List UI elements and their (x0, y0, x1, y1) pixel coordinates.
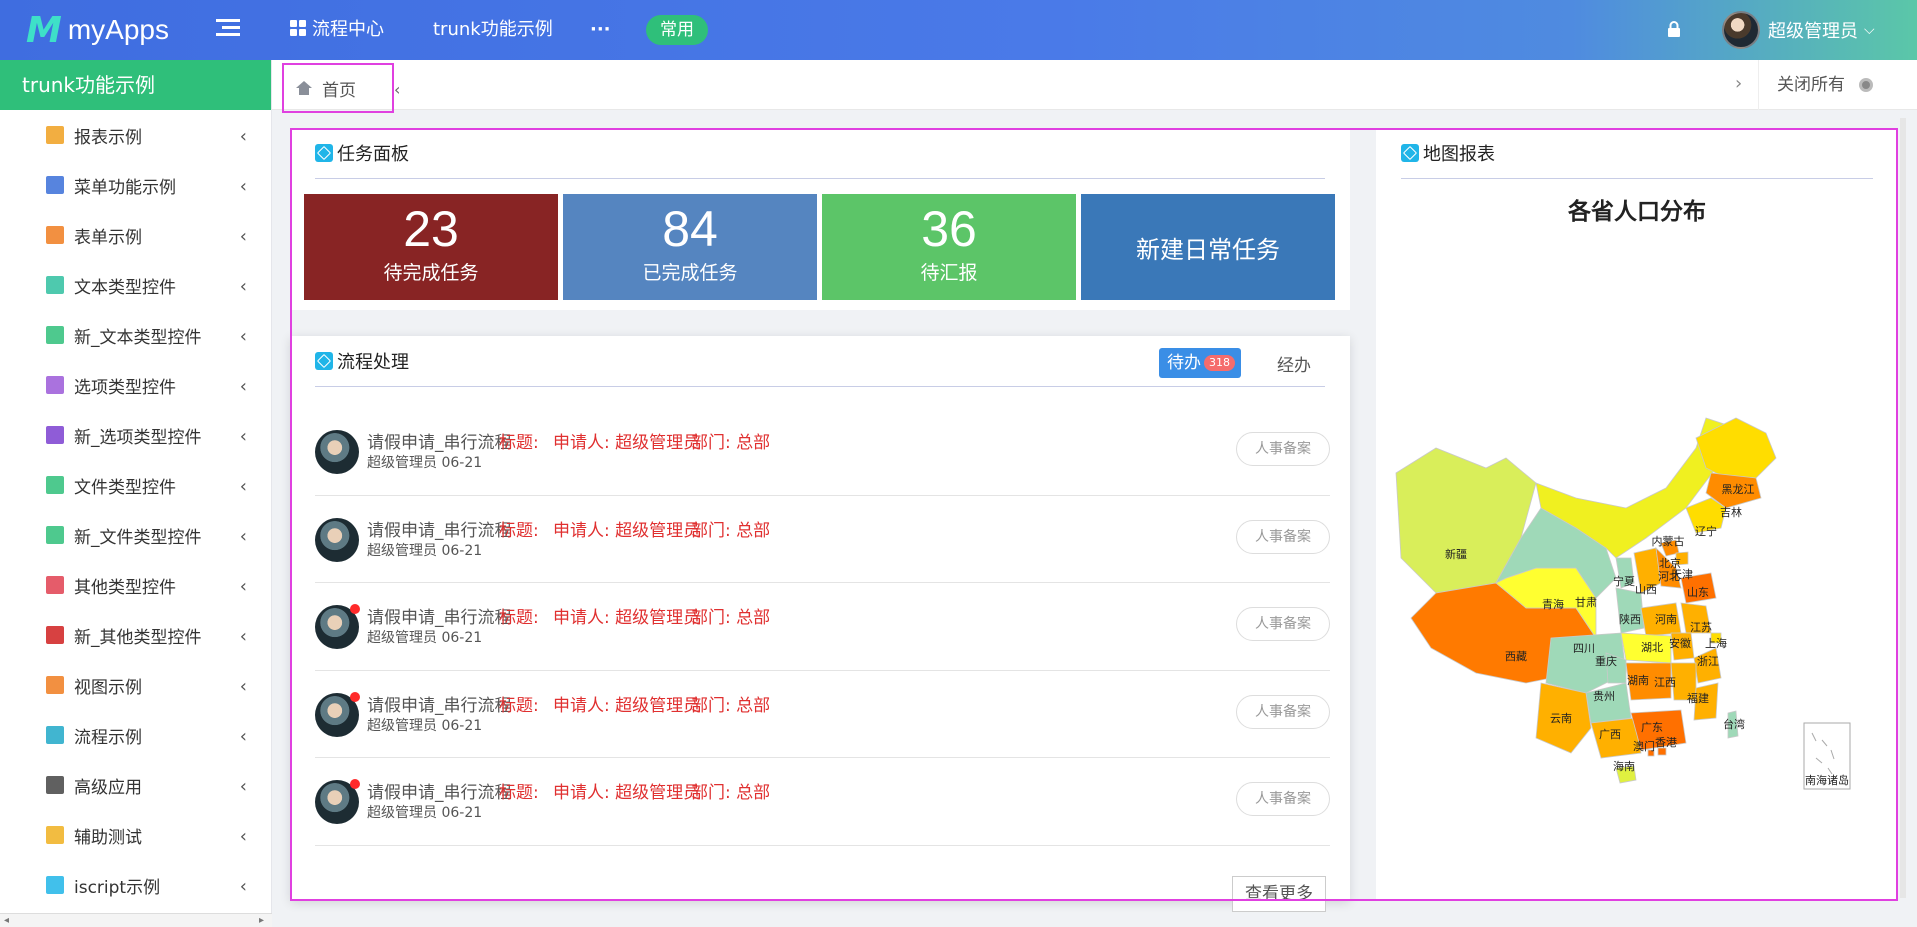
sidebar-item-label: 视图示例 (74, 677, 142, 698)
sidebar-item-label: 新_文本类型控件 (74, 327, 202, 348)
folder-open-filled-icon (46, 526, 64, 544)
chevron-left-icon: ‹ (239, 476, 247, 497)
chevron-left-icon: ‹ (239, 276, 247, 297)
sidebar-item[interactable]: 菜单功能示例 ‹ (0, 160, 271, 210)
sidebar-scrollbar[interactable]: ◂ ▸ (0, 913, 272, 927)
sidebar: trunk功能示例 报表示例 ‹ 菜单功能示例 ‹ 表单示例 ‹ 文本类型控件 ‹ 新_文本类型… (0, 60, 272, 927)
app-logo[interactable]: M myApps (26, 9, 169, 51)
sidebar-item-label: 报表示例 (74, 127, 142, 148)
chevron-left-icon: ‹ (239, 226, 247, 247)
sidebar-item-label: iscript示例 (74, 877, 161, 898)
nav-trunk-demo[interactable]: trunk功能示例 (433, 0, 553, 60)
sidebar-item-label: 高级应用 (74, 777, 142, 798)
sidebar-item-label: 选项类型控件 (74, 377, 176, 398)
tab-home-label: 首页 (322, 80, 356, 101)
content-selection-frame (290, 128, 1898, 901)
settings-dot-icon (1859, 78, 1873, 92)
server-icon (46, 776, 64, 794)
sidebar-item-label: 菜单功能示例 (74, 177, 176, 198)
nav-flow-center[interactable]: 流程中心 (290, 0, 384, 60)
sidebar-item-label: 新_选项类型控件 (74, 427, 202, 448)
sidebar-item[interactable]: 高级应用 ‹ (0, 760, 271, 810)
sidebar-item[interactable]: iscript示例 ‹ (0, 860, 271, 910)
chevron-left-icon: ‹ (239, 776, 247, 797)
sidebar-menu: 报表示例 ‹ 菜单功能示例 ‹ 表单示例 ‹ 文本类型控件 ‹ 新_文本类型控件 ‹ 选项类型控件 ‹… (0, 110, 271, 910)
menu-toggle-icon[interactable] (216, 19, 240, 41)
chevron-left-icon: ‹ (239, 526, 247, 547)
sidebar-item-label: 表单示例 (74, 227, 142, 248)
sidebar-item[interactable]: 新_其他类型控件 ‹ (0, 610, 271, 660)
content-scrollbar[interactable] (1900, 118, 1906, 898)
close-all-label: 关闭所有 (1777, 75, 1845, 95)
folder-open-icon (46, 476, 64, 494)
file-text-icon (46, 276, 64, 294)
chevron-left-icon: ‹ (239, 676, 247, 697)
common-badge[interactable]: 常用 (646, 15, 708, 45)
sidebar-item-label: 其他类型控件 (74, 577, 176, 598)
chevron-left-icon: ‹ (239, 826, 247, 847)
more-nav-icon[interactable]: ··· (590, 0, 611, 60)
logo-mark: M (26, 9, 62, 51)
chevron-down-icon: ⌵ (1864, 22, 1875, 38)
close-all-button[interactable]: 关闭所有 (1758, 60, 1873, 110)
sidebar-item[interactable]: 新_文件类型控件 ‹ (0, 510, 271, 560)
user-name: 超级管理员 (1768, 21, 1858, 42)
tab-home[interactable]: 首页 ‹ (282, 63, 400, 113)
sidebar-item[interactable]: 视图示例 ‹ (0, 660, 271, 710)
chevron-left-icon: ‹ (239, 626, 247, 647)
chevron-left-icon[interactable]: ‹ (394, 80, 400, 99)
table-icon (46, 226, 64, 244)
sidebar-item[interactable]: 新_选项类型控件 ‹ (0, 410, 271, 460)
cube-blue-icon (46, 876, 64, 894)
cube-icon (46, 576, 64, 594)
sidebar-item-label: 文本类型控件 (74, 277, 176, 298)
chevron-left-icon: ‹ (239, 376, 247, 397)
chevron-left-icon: ‹ (239, 176, 247, 197)
checkbox-filled-icon (46, 426, 64, 444)
chevron-left-icon: ‹ (239, 726, 247, 747)
file-text-filled-icon (46, 326, 64, 344)
sidebar-item[interactable]: 其他类型控件 ‹ (0, 560, 271, 610)
tab-bar: 首页 ‹ › 关闭所有 (272, 60, 1917, 113)
sidebar-item[interactable]: 文件类型控件 ‹ (0, 460, 271, 510)
sidebar-item-label: 新_其他类型控件 (74, 627, 202, 648)
list-icon (46, 176, 64, 194)
sidebar-item[interactable]: 新_文本类型控件 ‹ (0, 310, 271, 360)
sidebar-title: trunk功能示例 (0, 60, 271, 110)
chevron-right-icon[interactable]: › (1735, 73, 1742, 94)
home-icon (296, 81, 312, 95)
app-name: myApps (67, 14, 169, 45)
chevron-left-icon: ‹ (239, 576, 247, 597)
sidebar-item[interactable]: 流程示例 ‹ (0, 710, 271, 760)
grid-icon (290, 20, 306, 36)
sidebar-item[interactable]: 选项类型控件 ‹ (0, 360, 271, 410)
sidebar-item-label: 流程示例 (74, 727, 142, 748)
nav-flow-center-label: 流程中心 (312, 19, 384, 40)
sidebar-item[interactable]: 表单示例 ‹ (0, 210, 271, 260)
sidebar-item[interactable]: 辅助测试 ‹ (0, 810, 271, 860)
columns-icon (46, 676, 64, 694)
chevron-left-icon: ‹ (239, 876, 247, 897)
sidebar-item[interactable]: 报表示例 ‹ (0, 110, 271, 160)
chevron-left-icon: ‹ (239, 126, 247, 147)
sidebar-item-label: 新_文件类型控件 (74, 527, 202, 548)
chevron-left-icon: ‹ (239, 426, 247, 447)
gavel-icon (46, 826, 64, 844)
chevron-left-icon: ‹ (239, 326, 247, 347)
sidebar-item-label: 文件类型控件 (74, 477, 176, 498)
user-menu[interactable]: 超级管理员 ⌵ (1722, 10, 1875, 50)
sidebar-item[interactable]: 文本类型控件 ‹ (0, 260, 271, 310)
sidebar-item-label: 辅助测试 (74, 827, 142, 848)
shuffle-icon (46, 726, 64, 744)
area-chart-icon (46, 126, 64, 144)
cubes-icon (46, 626, 64, 644)
top-header: M myApps 流程中心 trunk功能示例 ··· 常用 超级管理员 ⌵ (0, 0, 1917, 60)
user-avatar (1722, 11, 1760, 49)
lock-icon[interactable] (1667, 21, 1681, 37)
checkbox-icon (46, 376, 64, 394)
